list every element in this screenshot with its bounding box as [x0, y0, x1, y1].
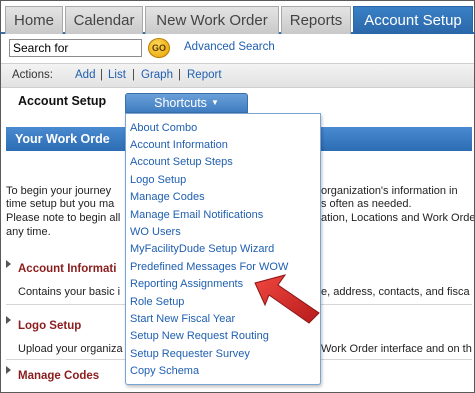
main-tab-bar: Home Calendar New Work Order Reports Acc…: [1, 1, 474, 34]
menu-item-account-information[interactable]: Account Information: [130, 139, 228, 151]
action-separator: |: [100, 69, 103, 81]
intro-text-right: ation, Locations and Work Order: [321, 212, 475, 224]
action-separator: |: [132, 69, 135, 81]
menu-item-copy-schema[interactable]: Copy Schema: [130, 365, 199, 377]
intro-text-left: To begin your journey: [6, 185, 112, 197]
action-report-link[interactable]: Report: [187, 64, 222, 87]
menu-item-manage-codes[interactable]: Manage Codes: [130, 191, 205, 203]
section-description: Upload your organiza: [18, 343, 123, 355]
menu-item-about-combo[interactable]: About Combo: [130, 122, 197, 134]
tab-home[interactable]: Home: [5, 6, 63, 34]
tab-account-setup[interactable]: Account Setup: [353, 6, 473, 34]
menu-item-setup-wizard[interactable]: MyFacilityDude Setup Wizard: [130, 243, 274, 255]
menu-item-reporting-assignments[interactable]: Reporting Assignments: [130, 278, 243, 290]
annotation-arrow-icon: [254, 274, 320, 324]
intro-text-right: s often as needed.: [321, 198, 412, 210]
menu-item-logo-setup[interactable]: Logo Setup: [130, 174, 186, 186]
menu-item-setup-request-routing[interactable]: Setup New Request Routing: [130, 330, 269, 342]
menu-item-manage-email-notifications[interactable]: Manage Email Notifications: [130, 209, 263, 221]
section-description: Work Order interface and on th: [321, 343, 472, 355]
menu-item-wo-users[interactable]: WO Users: [130, 226, 181, 238]
menu-item-setup-requester-survey[interactable]: Setup Requester Survey: [130, 348, 250, 360]
section-description: e, address, contacts, and fisca: [321, 286, 470, 298]
section-manage-codes[interactable]: Manage Codes: [18, 370, 99, 382]
advanced-search-link[interactable]: Advanced Search: [184, 41, 275, 53]
shortcuts-dropdown-menu: About Combo Account Information Account …: [125, 113, 321, 385]
annotation-arrow-shape: [254, 274, 320, 324]
action-graph-link[interactable]: Graph: [141, 64, 173, 87]
action-list-link[interactable]: List: [108, 64, 126, 87]
expand-arrow-icon[interactable]: [6, 260, 11, 268]
go-button[interactable]: GO: [148, 38, 170, 58]
section-description: Contains your basic i: [18, 286, 121, 298]
intro-text-left: Please note to begin all: [6, 212, 121, 224]
app-window: Home Calendar New Work Order Reports Acc…: [0, 0, 475, 393]
shortcuts-label: Shortcuts: [154, 96, 207, 110]
tab-new-work-order[interactable]: New Work Order: [145, 6, 279, 34]
actions-bar: Actions: Add | List | Graph | Report: [1, 63, 474, 88]
shortcuts-button[interactable]: Shortcuts ▼: [125, 93, 248, 113]
actions-label: Actions:: [12, 69, 53, 81]
menu-item-role-setup[interactable]: Role Setup: [130, 296, 184, 308]
tab-reports[interactable]: Reports: [281, 6, 351, 34]
menu-item-predefined-messages[interactable]: Predefined Messages For WOW: [130, 261, 288, 273]
action-separator: |: [178, 69, 181, 81]
intro-text-right: organization's information in: [321, 185, 458, 197]
intro-text-left: any time.: [6, 226, 51, 238]
expand-arrow-icon[interactable]: [6, 366, 11, 374]
search-input[interactable]: [9, 39, 142, 57]
intro-text-left: time setup but you ma: [6, 198, 115, 210]
caret-down-icon: ▼: [210, 98, 219, 107]
page-title: Account Setup: [18, 94, 107, 108]
action-add-link[interactable]: Add: [75, 64, 95, 87]
section-logo-setup[interactable]: Logo Setup: [18, 320, 81, 332]
menu-item-start-new-fiscal-year[interactable]: Start New Fiscal Year: [130, 313, 235, 325]
search-bar: GO Advanced Search: [1, 36, 474, 62]
expand-arrow-icon[interactable]: [6, 316, 11, 324]
section-account-information[interactable]: Account Informati: [18, 263, 116, 275]
menu-item-account-setup-steps[interactable]: Account Setup Steps: [130, 156, 233, 168]
tab-calendar[interactable]: Calendar: [65, 6, 143, 34]
